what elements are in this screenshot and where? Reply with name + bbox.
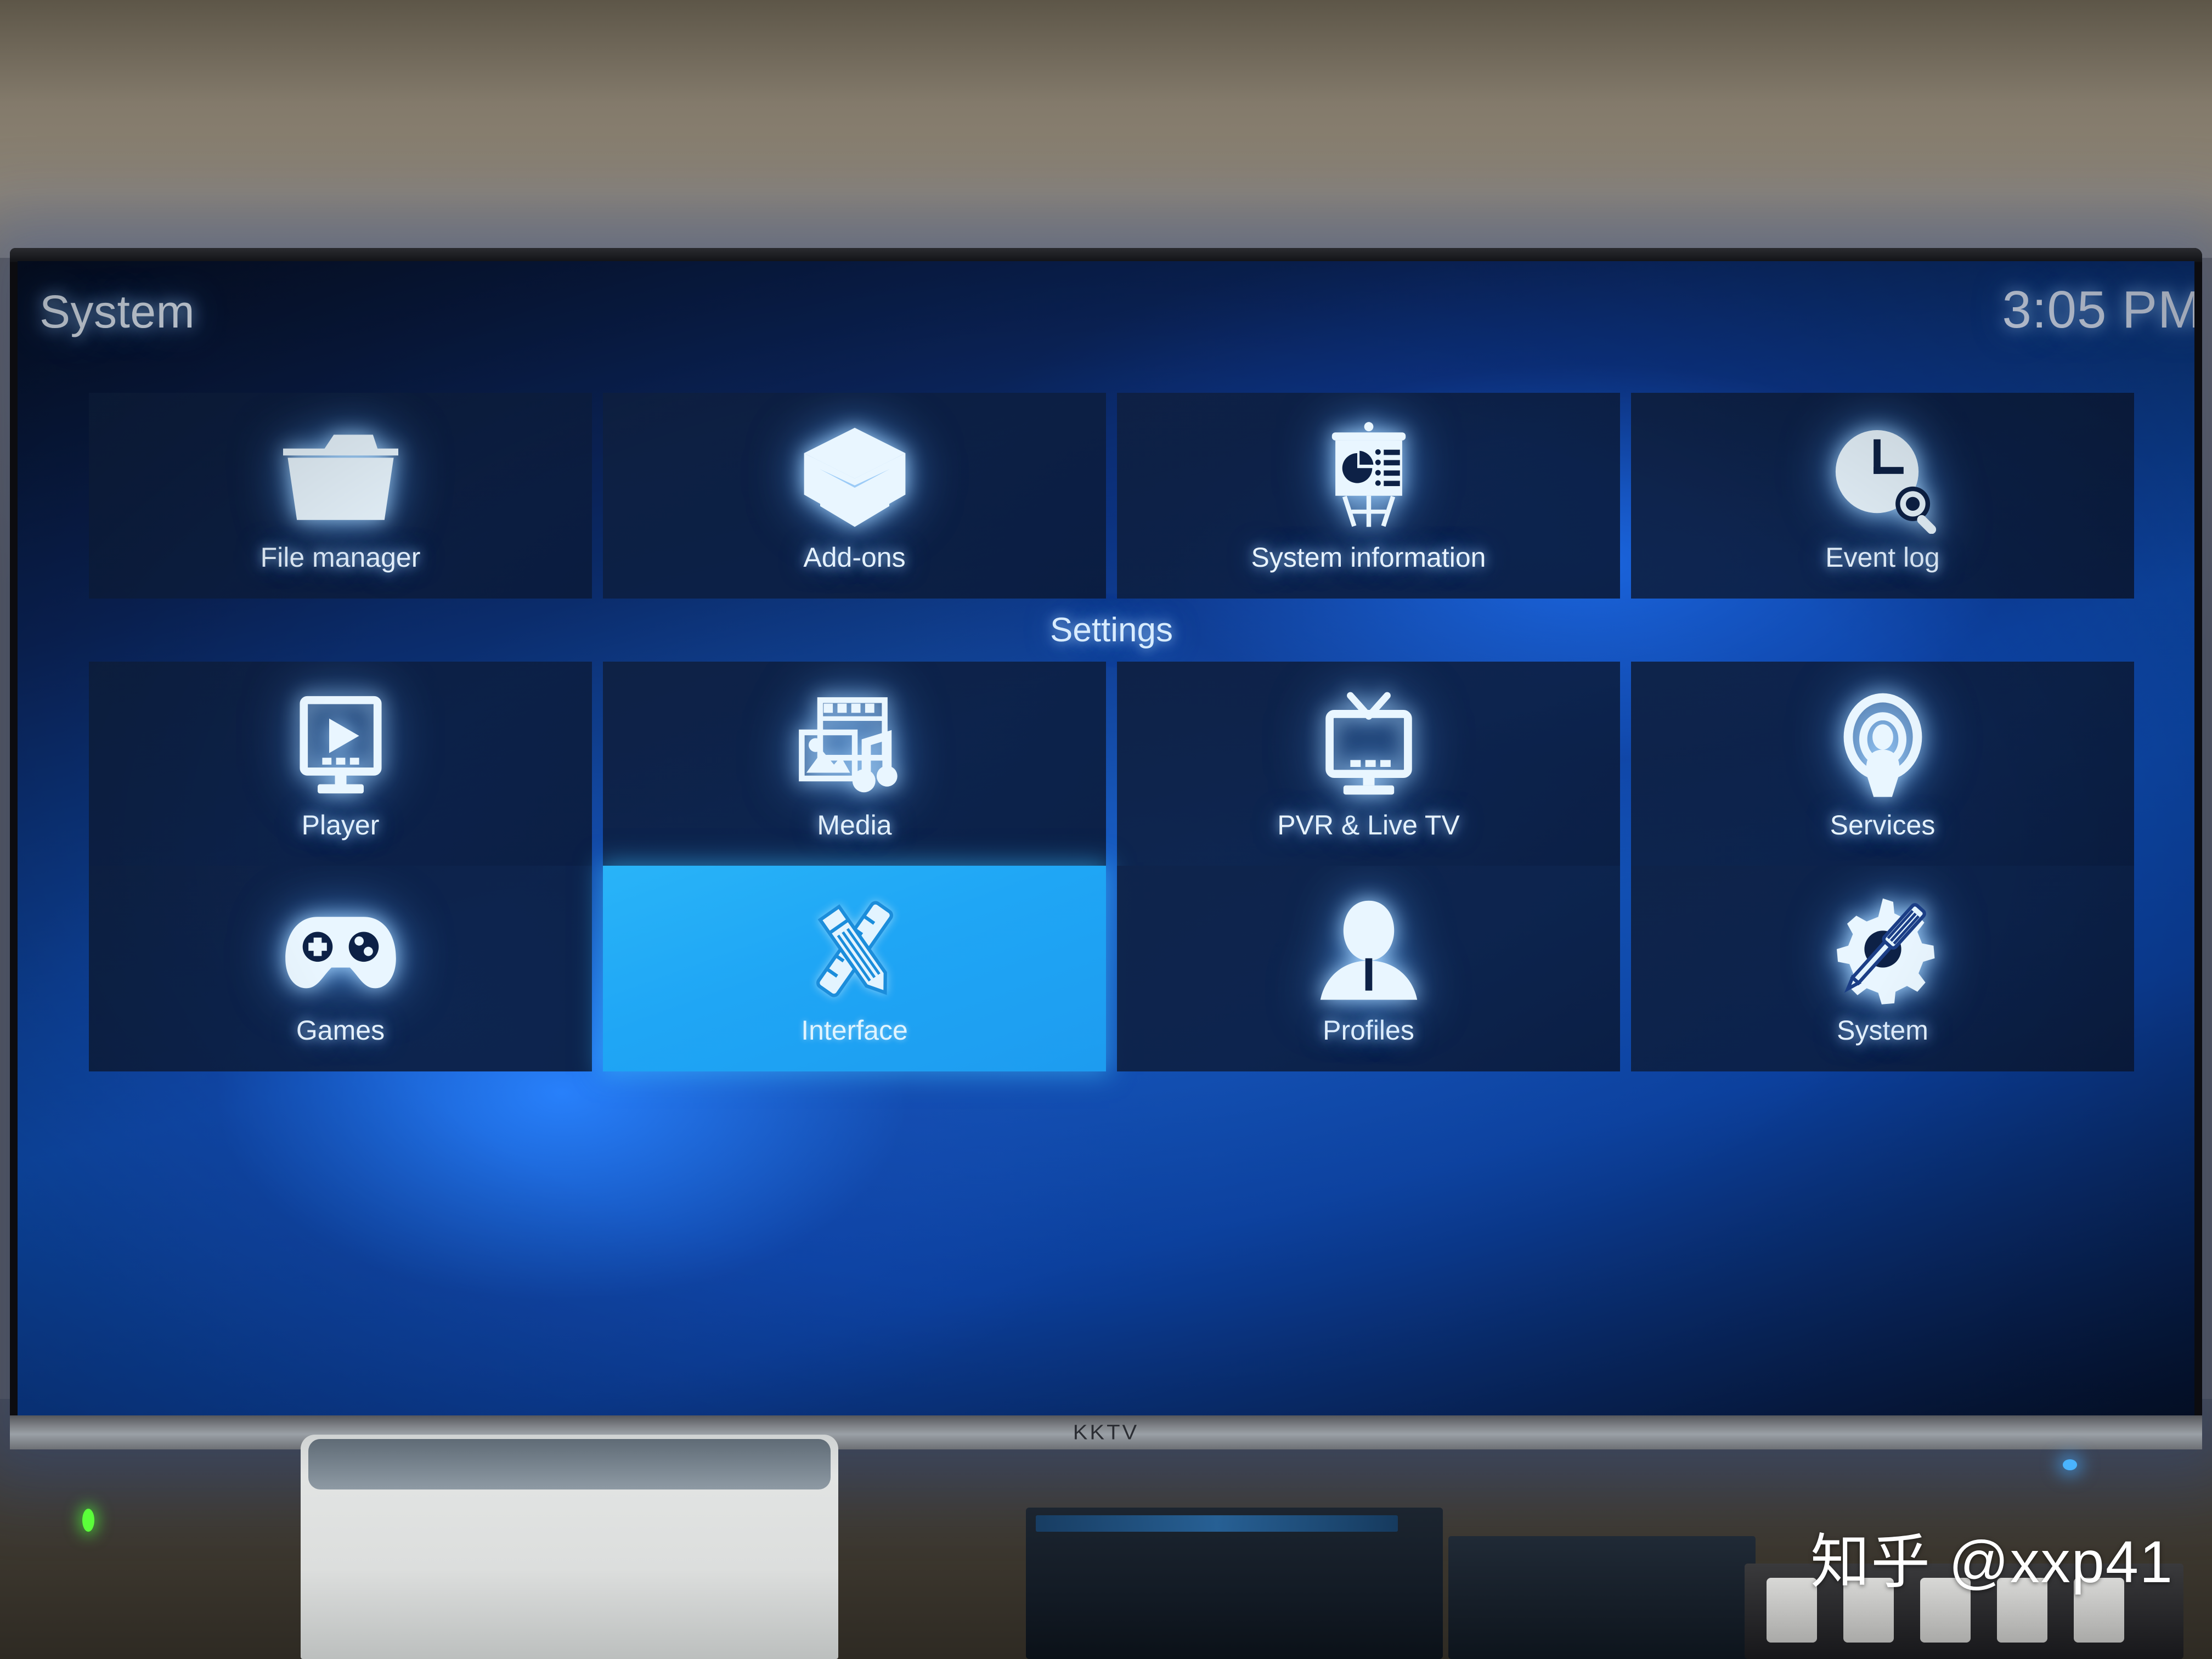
- tile-label: System information: [1251, 541, 1486, 573]
- broadcast-icon: [1803, 686, 1962, 802]
- tile-services[interactable]: Services: [1631, 662, 2134, 866]
- tile-media[interactable]: Media: [603, 662, 1106, 866]
- tile-label: PVR & Live TV: [1277, 810, 1460, 840]
- settings-row-2: Games Interface Profiles System: [89, 866, 2134, 1071]
- tile-grid: File manager Add-ons System information …: [89, 393, 2134, 1395]
- tile-label: Media: [817, 810, 892, 840]
- tile-add-ons[interactable]: Add-ons: [603, 393, 1106, 599]
- section-label-settings: Settings: [1049, 611, 1173, 649]
- presentation-icon: [1289, 419, 1448, 534]
- tile-label: Add-ons: [803, 541, 906, 573]
- pencil-ruler-icon: [775, 891, 934, 1007]
- tile-label: File manager: [260, 541, 421, 573]
- tile-label: Profiles: [1323, 1014, 1414, 1046]
- tile-player[interactable]: Player: [89, 662, 592, 866]
- device-led-green: [82, 1509, 94, 1532]
- tile-file-manager[interactable]: File manager: [89, 393, 592, 599]
- device-led-blue: [2063, 1459, 2077, 1470]
- tile-label: Services: [1830, 810, 1936, 840]
- tile-pvr-live-tv[interactable]: PVR & Live TV: [1117, 662, 1620, 866]
- gear-wrench-icon: [1803, 891, 1962, 1007]
- kodi-settings-screen: System 3:05 PM File manager Add-ons Syst…: [18, 261, 2194, 1417]
- screen-header: System 3:05 PM: [18, 261, 2194, 365]
- page-title: System: [40, 286, 195, 337]
- tile-profiles[interactable]: Profiles: [1117, 866, 1620, 1071]
- tile-system[interactable]: System: [1631, 866, 2134, 1071]
- tile-label: System: [1837, 1014, 1928, 1046]
- tile-interface[interactable]: Interface: [603, 866, 1106, 1071]
- clock: 3:05 PM: [2002, 280, 2194, 339]
- watermark: 知乎 @xxp41: [1810, 1528, 2174, 1595]
- tv-antenna-icon: [1289, 686, 1448, 802]
- settings-row-1: Player Media PVR & Live TV Services: [89, 662, 2134, 866]
- set-top-box-panel: [1036, 1515, 1398, 1532]
- clock-search-icon: [1803, 419, 1962, 534]
- tile-label: Games: [296, 1014, 385, 1046]
- television: System 3:05 PM File manager Add-ons Syst…: [10, 248, 2202, 1449]
- router-top-panel: [308, 1439, 831, 1489]
- tile-event-log[interactable]: Event log: [1631, 393, 2134, 599]
- power-socket: [1767, 1578, 1817, 1643]
- open-box-icon: [775, 419, 934, 534]
- media-icon: [775, 686, 934, 802]
- router-device: [301, 1435, 838, 1659]
- monitor-play-icon: [261, 686, 420, 802]
- set-top-box: [1026, 1508, 1443, 1659]
- person-icon: [1289, 891, 1448, 1007]
- tile-label: Event log: [1825, 541, 1940, 573]
- folder-icon: [261, 419, 420, 534]
- secondary-box: [1448, 1536, 1756, 1659]
- tile-system-information[interactable]: System information: [1117, 393, 1620, 599]
- tile-label: Player: [301, 810, 380, 840]
- tile-label: Interface: [801, 1014, 908, 1046]
- tv-top-bezel: [10, 248, 2202, 262]
- wall-upper: [0, 0, 2212, 258]
- top-row: File manager Add-ons System information …: [89, 393, 2134, 599]
- room-photo-background: System 3:05 PM File manager Add-ons Syst…: [0, 0, 2212, 1659]
- gamepad-icon: [261, 891, 420, 1007]
- tile-games[interactable]: Games: [89, 866, 592, 1071]
